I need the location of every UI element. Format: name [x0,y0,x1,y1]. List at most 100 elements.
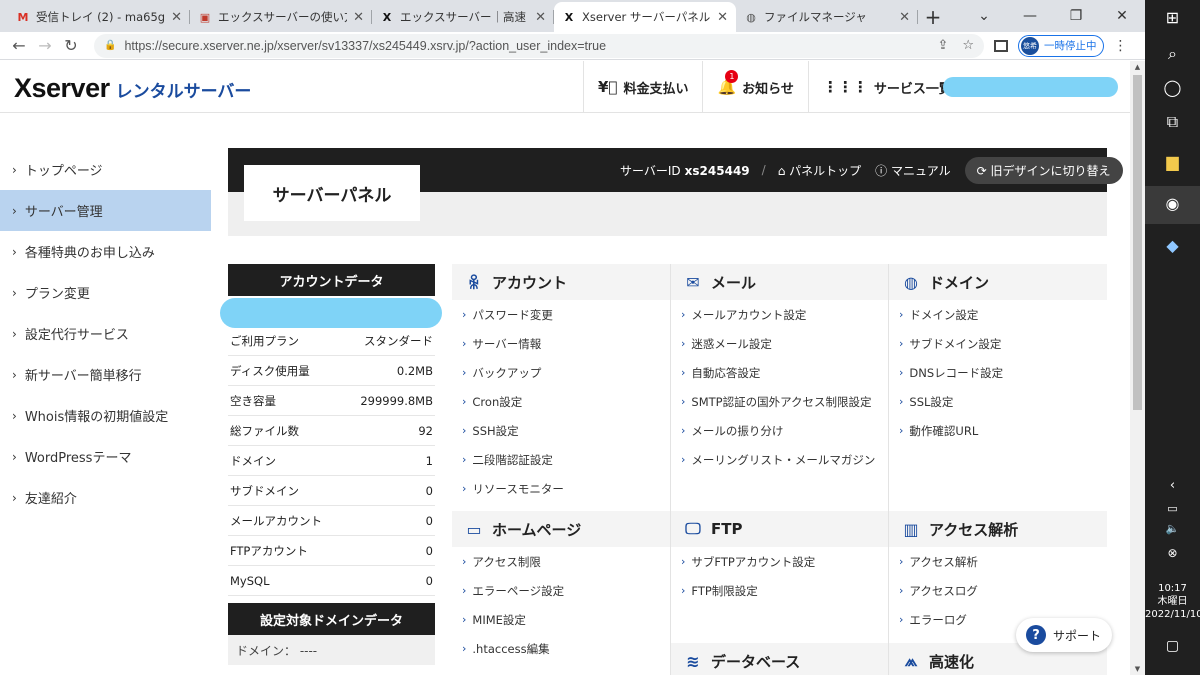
section-link[interactable]: › エラーページ設定 [452,576,670,605]
section-link[interactable]: › メーリングリスト・メールマガジン [671,445,888,474]
section-link[interactable]: › アクセスログ [889,576,1107,605]
chrome-icon[interactable]: ◉ [1145,186,1200,224]
close-icon[interactable]: ✕ [1099,0,1145,32]
chevron-right-icon: › [12,367,17,382]
sidebar-item[interactable]: › WordPressテーマ [0,436,211,477]
section-link[interactable]: › パスワード変更 [452,300,670,329]
sidebar-item[interactable]: › 友達紹介 [0,477,211,518]
close-icon[interactable]: ✕ [899,10,910,25]
section-heading: ꆜ アカウント [452,264,670,300]
clock[interactable]: 10:17 木曜日 2022/11/10 [1145,582,1200,621]
section-link[interactable]: › SSH設定 [452,416,670,445]
section-link[interactable]: › 迷惑メール設定 [671,329,888,358]
browser-tab[interactable]: ▣ エックスサーバーの使い方！W ✕ [190,2,372,32]
section-link[interactable]: › DNSレコード設定 [889,358,1107,387]
sidebar-item[interactable]: › 各種特典のお申し込み [0,231,211,272]
section-link[interactable]: › FTP制限設定 [671,576,888,605]
support-button[interactable]: ? サポート [1016,618,1112,652]
notification-off-icon[interactable]: ⊗ [1145,546,1200,560]
section-link[interactable]: › SSL設定 [889,387,1107,416]
lock-icon[interactable]: 🔒 [104,40,116,51]
close-icon[interactable]: ✕ [717,10,728,25]
section-link[interactable]: › ドメイン設定 [889,300,1107,329]
new-tab-button[interactable]: + [918,2,948,32]
volume-icon[interactable]: 🔈 [1145,522,1200,535]
star-icon[interactable]: ☆ [962,38,974,53]
scrollbar[interactable]: ▲ ▼ [1130,61,1145,675]
action-center-icon[interactable]: ▢ [1145,638,1200,654]
search-icon[interactable]: ⌕ [1145,44,1200,64]
section-link[interactable]: › Cron設定 [452,387,670,416]
sidebar-item[interactable]: › 設定代行サービス [0,313,211,354]
close-icon[interactable]: ✕ [535,10,546,25]
account-data-heading: アカウントデータ [228,264,435,296]
xserver-logo[interactable]: Xserver レンタルサーバー [14,73,251,104]
sidebar-item[interactable]: › プラン変更 [0,272,211,313]
file-explorer-icon[interactable]: ▆ [1145,152,1200,171]
browser-tab[interactable]: ◍ ファイルマネージャ ✕ [736,2,918,32]
share-icon[interactable]: ⇪ [937,38,948,53]
section-link[interactable]: › サーバー情報 [452,329,670,358]
section-link[interactable]: › MIME設定 [452,605,670,634]
account-data-row: FTPアカウント 0 [228,536,435,566]
section-link[interactable]: › アクセス制限 [452,547,670,576]
section-link[interactable]: › サブFTPアカウント設定 [671,547,888,576]
chevron-right-icon: › [462,555,467,568]
sidebar-item[interactable]: › Whois情報の初期値設定 [0,395,211,436]
globe-icon: ◍ [904,272,918,292]
site-header: Xserver レンタルサーバー ¥⃝ 料金支払い 🔔 1 お知らせ ⋮⋮⋮ サー… [0,61,1130,113]
task-view-icon[interactable]: ⧉ [1145,112,1200,132]
chevron-right-icon: › [462,366,467,379]
speed-icon: ⩕ [904,651,918,670]
forward-icon[interactable]: → [32,36,58,55]
section-link[interactable]: › 二段階認証設定 [452,445,670,474]
back-icon[interactable]: ← [6,36,32,55]
old-design-button[interactable]: ⟳ 旧デザインに切り替え [964,156,1123,184]
account-data-row: メールアカウント 0 [228,506,435,536]
section-link[interactable]: › サブドメイン設定 [889,329,1107,358]
browser-tab[interactable]: X Xserver サーバーパネル ✕ [554,2,736,32]
section-link[interactable]: › メールの振り分け [671,416,888,445]
windows-icon[interactable]: ⊞ [1145,8,1200,27]
sidebar-item[interactable]: › サーバー管理 [0,190,211,231]
section-link[interactable]: › バックアップ [452,358,670,387]
menu-icon[interactable]: ⋮ [1114,38,1128,54]
section-link[interactable]: › アクセス解析 [889,547,1107,576]
chevron-up-icon[interactable]: ‹ [1145,478,1200,493]
close-icon[interactable]: ✕ [171,10,182,25]
server-id: サーバーID xs245449 [620,163,750,178]
section-link[interactable]: › メールアカウント設定 [671,300,888,329]
header-nav-notice[interactable]: 🔔 1 お知らせ [702,61,807,113]
browser-tab[interactable]: X エックスサーバー｜高速・安定 ✕ [372,2,554,32]
redacted-account-name [943,77,1118,97]
manual-link[interactable]: ⓘ マニュアル [875,162,950,179]
panel-top-link[interactable]: ⌂ パネルトップ [778,162,861,179]
section-link[interactable]: › 動作確認URL [889,416,1107,445]
reload-icon[interactable]: ↻ [58,36,84,55]
section-link[interactable]: › リソースモニター [452,474,670,503]
url-text[interactable]: https://secure.xserver.ne.jp/xserver/sv1… [124,39,923,53]
app-icon[interactable]: ◆ [1145,236,1200,255]
section-link[interactable]: › .htaccess編集 [452,634,670,663]
close-icon[interactable]: ✕ [353,10,364,25]
scroll-down-icon[interactable]: ▼ [1130,665,1145,673]
side-panel-icon[interactable] [994,39,1008,52]
header-nav-payment[interactable]: ¥⃝ 料金支払い [583,61,702,113]
sidebar-item[interactable]: › トップページ [0,149,211,190]
profile-status: 一時停止中 [1044,40,1097,52]
browser-tab[interactable]: M 受信トレイ (2) - ma65gn73m ✕ [8,2,190,32]
url-input[interactable]: 🔒 https://secure.xserver.ne.jp/xserver/s… [94,33,984,58]
sidebar-item[interactable]: › 新サーバー簡単移行 [0,354,211,395]
cortana-icon[interactable]: ◯ [1145,78,1200,97]
profile-button[interactable]: 悠希 一時停止中 [1018,34,1104,57]
row-value: 0 [425,483,433,498]
section-link[interactable]: › 自動応答設定 [671,358,888,387]
account-data-row: ディスク使用量 0.2MB [228,356,435,386]
restore-icon[interactable]: ❐ [1053,0,1099,32]
section-link[interactable]: › SMTP認証の国外アクセス制限設定 [671,387,888,416]
xserver-icon: X [564,10,574,24]
minimize-icon[interactable]: — [1007,0,1053,32]
scroll-up-icon[interactable]: ▲ [1130,63,1145,71]
scrollbar-thumb[interactable] [1133,75,1142,410]
chevron-down-icon[interactable]: ⌄ [961,0,1007,32]
